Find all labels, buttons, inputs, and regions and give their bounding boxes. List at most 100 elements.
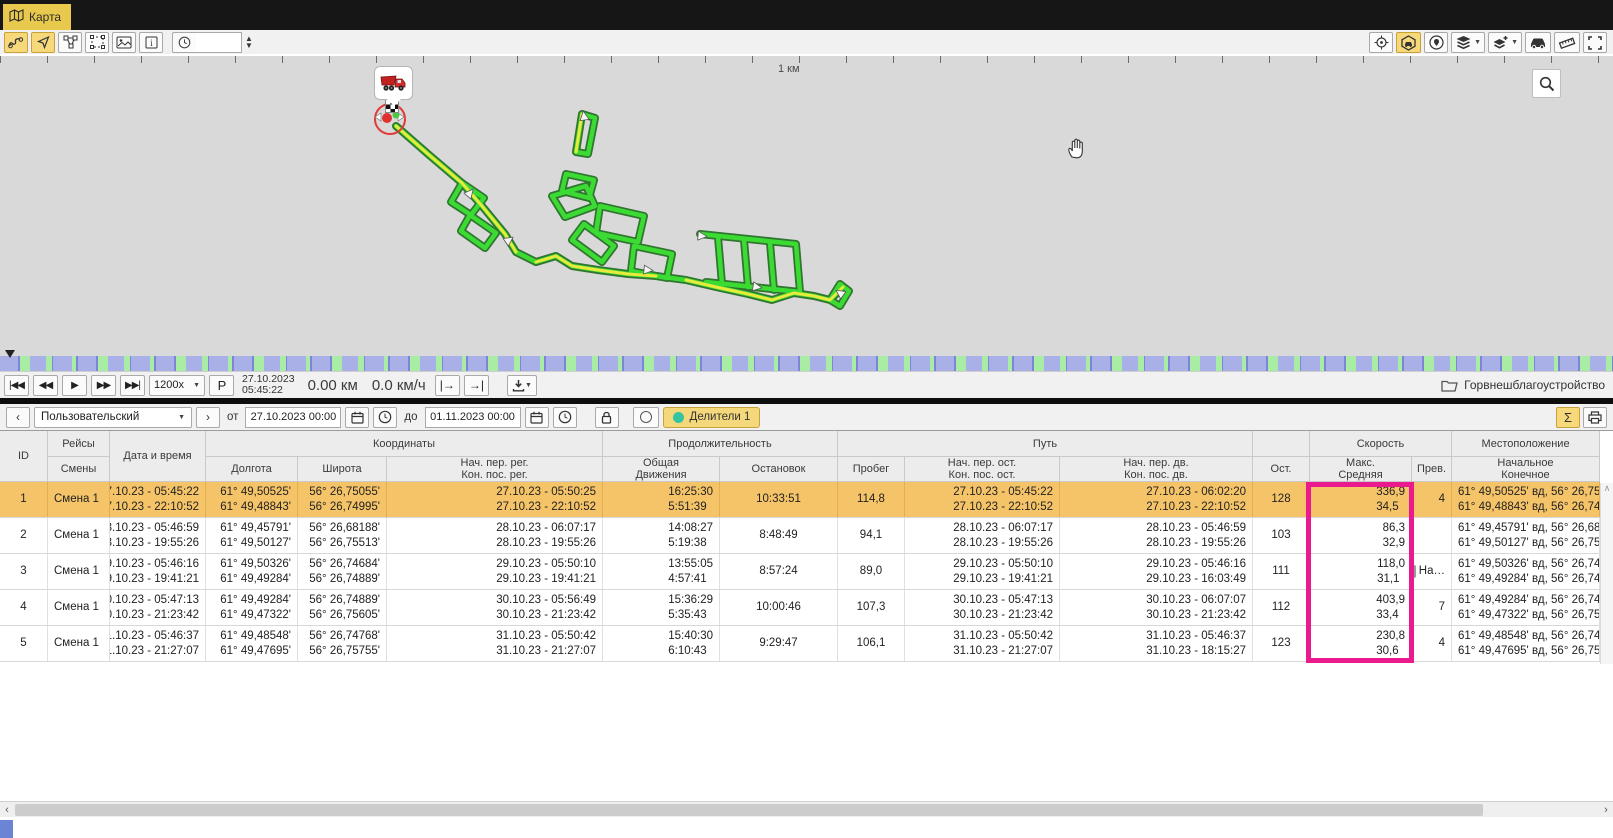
organization-group[interactable]: Горвнешблагоустройство bbox=[1441, 378, 1605, 392]
pointer-mode-button[interactable] bbox=[31, 32, 55, 53]
to-label: до bbox=[404, 411, 417, 423]
header-location-group[interactable]: Местоположение bbox=[1452, 431, 1600, 457]
cell-violations: На… bbox=[1412, 554, 1452, 589]
scroll-right-arrow[interactable]: › bbox=[1599, 802, 1613, 818]
table-row[interactable]: 1Смена 127.10.23 - 05:45:22 27.10.23 - 2… bbox=[0, 482, 1600, 518]
header-coordinates-group[interactable]: Координаты bbox=[206, 431, 603, 457]
scroll-left-arrow[interactable]: ‹ bbox=[0, 802, 14, 818]
header-datetime[interactable]: Дата и время bbox=[110, 431, 206, 482]
vertical-scrollbar[interactable]: ∧ bbox=[1600, 483, 1613, 664]
header-path-group[interactable]: Путь bbox=[838, 431, 1253, 457]
show-position-button[interactable] bbox=[1424, 32, 1448, 53]
locate-target-button[interactable] bbox=[1369, 32, 1393, 53]
cell-reg-period: 28.10.23 - 06:07:17 28.10.23 - 19:55:26 bbox=[387, 518, 603, 553]
dividers-chip[interactable]: Делители 1 bbox=[663, 407, 761, 428]
print-button[interactable] bbox=[1583, 407, 1607, 428]
tracking-app-window: Карта i bbox=[0, 0, 1613, 838]
map-search-button[interactable] bbox=[1532, 69, 1561, 98]
filter-right-group: Σ bbox=[1556, 407, 1607, 428]
follow-vehicle-button[interactable] bbox=[1396, 32, 1421, 53]
clock-icon bbox=[172, 32, 196, 53]
jump-to-interval-end-button[interactable]: →| bbox=[464, 375, 489, 396]
jump-to-interval-start-button[interactable]: |→ bbox=[435, 375, 460, 396]
table-row[interactable]: 3Смена 129.10.23 - 05:46:16 29.10.23 - 1… bbox=[0, 554, 1600, 590]
header-path-moving[interactable]: Нач. пер. дв. Кон. пос. дв. bbox=[1060, 457, 1253, 482]
header-mileage[interactable]: Пробег bbox=[838, 457, 905, 482]
map-toolbar: i ▲▼ ▼ bbox=[0, 30, 1613, 55]
fullscreen-button[interactable] bbox=[1583, 32, 1607, 53]
trip-timeline[interactable] bbox=[0, 356, 1613, 371]
header-trips-group[interactable]: Рейсы bbox=[48, 431, 110, 457]
header-speed[interactable]: Макс. Средняя bbox=[1310, 457, 1412, 482]
header-shifts[interactable]: Смены bbox=[48, 457, 110, 482]
skip-to-start-button[interactable]: |◀◀ bbox=[4, 375, 29, 396]
marker-toggle-button[interactable] bbox=[633, 407, 659, 428]
add-layer-button[interactable]: ▼ bbox=[1488, 32, 1522, 53]
map-canvas[interactable]: 1 км bbox=[0, 56, 1613, 356]
play-button[interactable]: ▶ bbox=[62, 375, 87, 396]
timeline-playhead[interactable] bbox=[5, 350, 15, 363]
header-duration-total[interactable]: Общая Движения bbox=[603, 457, 720, 482]
table-row[interactable]: 4Смена 130.10.23 - 05:47:13 30.10.23 - 2… bbox=[0, 590, 1600, 626]
vehicle-marker-balloon[interactable] bbox=[374, 66, 413, 100]
cell-duration: 15:36:29 5:35:43 bbox=[603, 590, 720, 625]
cell-stops-count: 112 bbox=[1253, 590, 1310, 625]
scrollbar-thumb[interactable] bbox=[15, 804, 1483, 816]
geofence-nodes-button[interactable] bbox=[58, 32, 82, 53]
area-select-button[interactable] bbox=[85, 32, 109, 53]
header-stops-count[interactable]: Ост. bbox=[1253, 457, 1310, 482]
skip-to-end-button[interactable]: ▶▶| bbox=[120, 375, 145, 396]
horizontal-scrollbar[interactable]: ‹ › bbox=[0, 801, 1613, 817]
fast-forward-button[interactable]: ▶▶ bbox=[91, 375, 116, 396]
date-from-calendar-button[interactable] bbox=[345, 407, 369, 428]
info-button[interactable]: i bbox=[139, 32, 163, 53]
cell-speed: 230,8 30,6 bbox=[1310, 626, 1412, 661]
header-duration-group[interactable]: Продолжительность bbox=[603, 431, 838, 457]
next-template-button[interactable]: › bbox=[196, 407, 220, 428]
table-row[interactable]: 2Смена 128.10.23 - 05:46:59 28.10.23 - 1… bbox=[0, 518, 1600, 554]
header-location[interactable]: Начальное Конечное bbox=[1452, 457, 1600, 482]
report-template-select[interactable]: Пользовательский▼ bbox=[34, 407, 192, 428]
header-stops-duration[interactable]: Остановок bbox=[720, 457, 838, 482]
date-to-calendar-button[interactable] bbox=[525, 407, 549, 428]
cell-id: 2 bbox=[0, 518, 48, 553]
vehicles-button[interactable] bbox=[1525, 32, 1551, 53]
photos-button[interactable] bbox=[112, 32, 136, 53]
time-offset-stepper[interactable]: ▲▼ bbox=[245, 35, 253, 49]
cell-duration: 13:55:05 4:57:41 bbox=[603, 554, 720, 589]
cell-shift: Смена 1 bbox=[48, 518, 110, 553]
header-empty-group bbox=[1253, 431, 1310, 457]
measure-ruler-button[interactable] bbox=[1554, 32, 1580, 53]
playback-speed-select[interactable]: 1200x▼ bbox=[149, 375, 205, 396]
prev-template-button[interactable]: ‹ bbox=[6, 407, 30, 428]
time-offset-input[interactable] bbox=[196, 32, 242, 53]
header-latitude[interactable]: Широта bbox=[298, 457, 387, 482]
tab-map[interactable]: Карта bbox=[3, 4, 71, 30]
lock-period-button[interactable] bbox=[595, 407, 619, 428]
header-path-stops[interactable]: Нач. пер. ост. Кон. пос. ост. bbox=[905, 457, 1060, 482]
header-speed-group[interactable]: Скорость bbox=[1310, 431, 1452, 457]
date-from-input[interactable]: 27.10.2023 00:00 bbox=[245, 407, 341, 428]
header-id[interactable]: ID bbox=[0, 431, 48, 482]
cell-id: 5 bbox=[0, 626, 48, 661]
cell-shift: Смена 1 bbox=[48, 590, 110, 625]
header-longitude[interactable]: Долгота bbox=[206, 457, 298, 482]
table-row[interactable]: 5Смена 131.10.23 - 05:46:37 31.10.23 - 2… bbox=[0, 626, 1600, 662]
header-reg-period[interactable]: Нач. пер. рег. Кон. пос. рег. bbox=[387, 457, 603, 482]
cell-datetime: 30.10.23 - 05:47:13 30.10.23 - 21:23:42 bbox=[110, 590, 206, 625]
time-from-button[interactable] bbox=[373, 407, 397, 428]
cell-path-stops: 29.10.23 - 05:50:10 29.10.23 - 19:41:21 bbox=[905, 554, 1060, 589]
track-mode-button[interactable] bbox=[4, 32, 28, 53]
header-violations[interactable]: Прев. bbox=[1412, 457, 1452, 482]
position-button[interactable]: P bbox=[209, 375, 234, 396]
speed-dropdown-caret: ▼ bbox=[193, 382, 200, 389]
rewind-button[interactable]: ◀◀ bbox=[33, 375, 58, 396]
date-to-input[interactable]: 01.11.2023 00:00 bbox=[425, 407, 521, 428]
export-button[interactable]: ▼ bbox=[507, 375, 537, 396]
totals-button[interactable]: Σ bbox=[1556, 407, 1580, 428]
time-to-button[interactable] bbox=[553, 407, 577, 428]
cell-longitude: 61° 49,50525' 61° 49,48843' bbox=[206, 482, 298, 517]
layers-button[interactable]: ▼ bbox=[1451, 32, 1485, 53]
svg-text:i: i bbox=[150, 38, 153, 48]
cell-violations: 4 bbox=[1412, 626, 1452, 661]
